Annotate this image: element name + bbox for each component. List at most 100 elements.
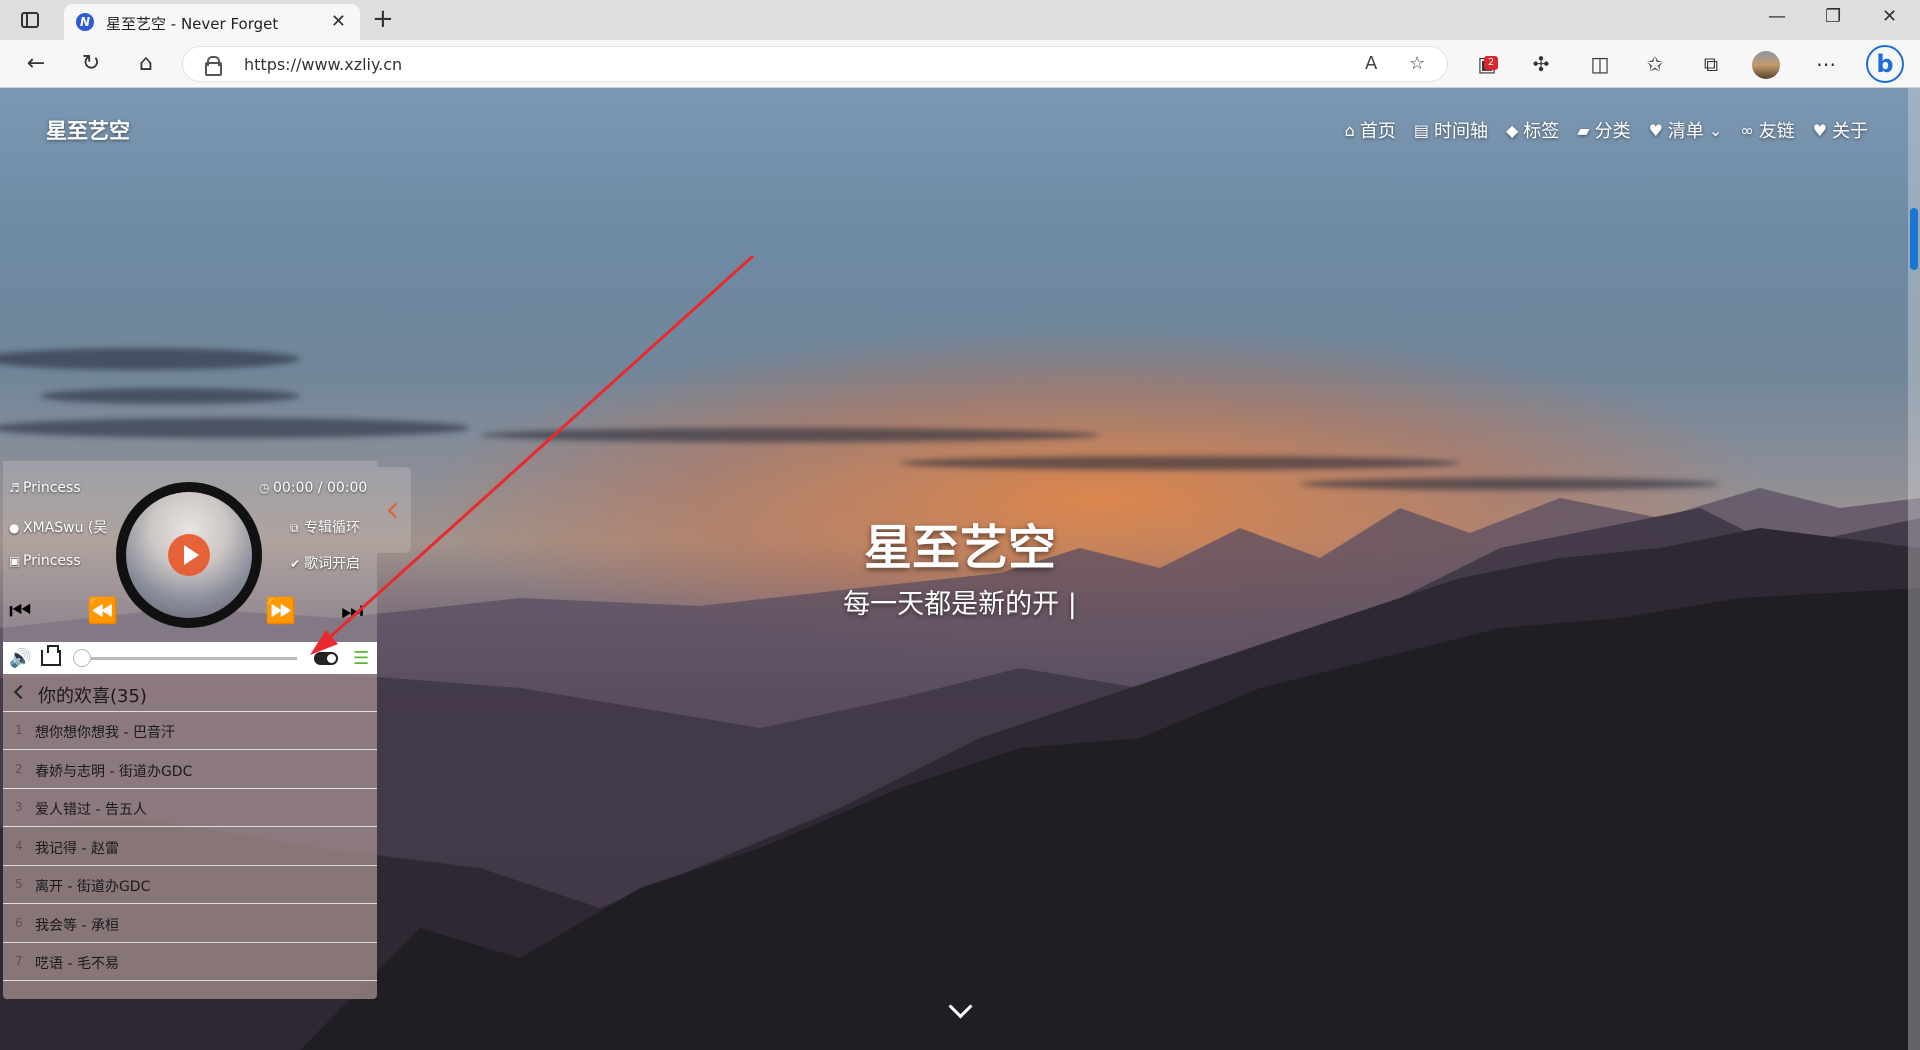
lyrics-row[interactable]: ✔ 歌词开启	[290, 553, 360, 573]
nav-item-list[interactable]: ♥ 清单 ⌄	[1649, 117, 1723, 143]
fast-forward-icon[interactable]: ⏩	[265, 597, 296, 625]
site-logo[interactable]: 星至艺空	[46, 115, 130, 145]
playlist-item[interactable]: 6 我会等 - 承桓	[3, 905, 377, 943]
progress-bar[interactable]	[75, 657, 297, 660]
check-circle-icon: ✔	[290, 557, 301, 571]
lock-icon[interactable]	[205, 56, 222, 76]
playlist-item[interactable]: 2 春娇与志明 - 街道办GDC	[3, 751, 377, 789]
playlist-item-number: 2	[15, 761, 23, 776]
album-row: ▣ Princess	[9, 553, 81, 569]
last-track-icon[interactable]: ⏭	[341, 597, 363, 625]
cloud-decoration	[40, 388, 300, 404]
repeat-mode-icon[interactable]	[41, 645, 61, 666]
home-icon[interactable]: ⌂	[132, 50, 160, 78]
player-collapse-tab[interactable]	[377, 467, 411, 553]
heart-icon: ♥	[1812, 120, 1827, 140]
music-note-icon: ♬	[9, 481, 20, 495]
user-icon: ●	[9, 521, 20, 535]
playlist-item[interactable]: 3 爱人错过 - 告五人	[3, 789, 377, 827]
more-options-icon[interactable]: ⋯	[1813, 52, 1839, 76]
play-time: 00:00 / 00:00	[273, 480, 368, 496]
close-tab-icon[interactable]: ✕	[331, 11, 346, 32]
album-name: Princess	[23, 553, 81, 569]
music-player: ♬ Princess ● XMASwu (吴 ▣ Princess ◷ 00:00 / …	[3, 461, 411, 999]
collections-icon[interactable]: ⧉	[1698, 52, 1724, 76]
playlist-title: 你的欢喜(35)	[38, 686, 147, 707]
new-tab-icon[interactable]: +	[372, 6, 394, 32]
refresh-icon[interactable]: ↻	[77, 50, 105, 78]
nav-label: 关于	[1832, 121, 1868, 142]
nav-item-about[interactable]: ♥ 关于	[1813, 117, 1868, 143]
playlist-item-number: 6	[15, 915, 23, 930]
player-control-bar: 🔊 ☰	[3, 642, 377, 674]
nav-item-timeline[interactable]: ▤ 时间轴	[1414, 117, 1488, 143]
lyrics-toggle[interactable]	[314, 652, 338, 665]
folder-icon: ▰	[1577, 120, 1590, 140]
minimize-icon[interactable]: —	[1768, 6, 1786, 27]
tab-bar: N 星至艺空 - Never Forget ✕ + — ❐ ✕	[0, 0, 1920, 40]
browser-window: N 星至艺空 - Never Forget ✕ + — ❐ ✕ ← ↻ ⌂ ht…	[0, 0, 1920, 88]
extension-badge: 2	[1484, 56, 1498, 70]
play-button[interactable]	[168, 534, 210, 576]
back-arrow-icon[interactable]	[13, 685, 25, 697]
read-aloud-icon[interactable]: A	[1365, 53, 1377, 74]
scroll-down-icon[interactable]	[946, 996, 974, 1024]
extensions-puzzle-icon[interactable]: ✣	[1528, 52, 1554, 76]
nav-label: 清单	[1667, 121, 1704, 142]
playlist-item-name: 想你想你想我 - 巴音汗	[35, 725, 175, 741]
playlist-panel: 你的欢喜(35) 1 想你想你想我 - 巴音汗 2 春娇与志明 - 街道办GDC 3 爱人…	[3, 674, 377, 999]
heart-list-icon: ♥	[1648, 120, 1663, 140]
loop-icon: ⧉	[290, 521, 299, 535]
playlist-item[interactable]: 1 想你想你想我 - 巴音汗	[3, 712, 377, 750]
nav-item-home[interactable]: ⌂ 首页	[1345, 117, 1396, 143]
clock-icon: ◷	[259, 481, 270, 495]
playlist-item-name: 我记得 - 赵雷	[35, 840, 119, 857]
playlist-icon[interactable]: ☰	[353, 648, 369, 669]
playlist-item[interactable]: 7 呓语 - 毛不易	[3, 943, 377, 981]
bing-copilot-icon[interactable]: b	[1866, 45, 1904, 83]
web-page: 星至艺空 ⌂ 首页 ▤ 时间轴 ◆ 标签 ▰ 分类 ♥ 清单 ⌄ ∞ 友链 ♥ 关于 星至艺空 …	[0, 88, 1920, 1050]
nav-item-tags[interactable]: ◆ 标签	[1506, 117, 1559, 143]
restore-icon[interactable]: ❐	[1825, 6, 1841, 27]
tab-active[interactable]: N 星至艺空 - Never Forget ✕	[64, 4, 360, 40]
album-disc[interactable]	[116, 482, 262, 628]
nav-label: 标签	[1523, 121, 1560, 142]
page-scrollbar-thumb[interactable]	[1910, 208, 1918, 270]
tab-actions-icon[interactable]	[18, 9, 42, 31]
cloud-decoration	[0, 418, 470, 438]
playlist-item-number: 1	[15, 723, 23, 737]
playlist-item[interactable]: 4 我记得 - 赵雷	[3, 828, 377, 866]
playlist-item-number: 4	[15, 838, 23, 853]
progress-knob[interactable]	[73, 649, 91, 667]
cloud-decoration	[480, 428, 1100, 442]
playlist-item-name: 离开 - 街道办GDC	[35, 879, 151, 895]
nav-item-links[interactable]: ∞ 友链	[1740, 117, 1794, 143]
player-info-panel: ♬ Princess ● XMASwu (吴 ▣ Princess ◷ 00:00 / …	[3, 461, 377, 642]
playlist-item-number: 5	[15, 877, 23, 891]
home-icon: ⌂	[1344, 120, 1355, 140]
song-title: Princess	[23, 480, 81, 496]
playlist-item[interactable]: 5 离开 - 街道办GDC	[3, 866, 377, 904]
url-text: https://www.xzliy.cn	[244, 55, 403, 74]
nav-item-categories[interactable]: ▰ 分类	[1577, 117, 1630, 143]
split-screen-icon[interactable]: ◫	[1587, 52, 1613, 76]
artist-name: XMASwu (吴	[23, 520, 108, 536]
play-mode-label: 专辑循环	[304, 520, 360, 536]
close-window-icon[interactable]: ✕	[1882, 6, 1897, 27]
playlist-item-number: 7	[15, 954, 23, 968]
rewind-icon[interactable]: ⏪	[87, 597, 118, 625]
first-track-icon[interactable]: ⏮	[9, 597, 31, 625]
volume-icon[interactable]: 🔊	[9, 648, 31, 669]
add-favorite-icon[interactable]: ☆	[1409, 53, 1425, 74]
back-icon[interactable]: ←	[22, 50, 50, 78]
playlist-item-name: 爱人错过 - 告五人	[35, 802, 147, 818]
album-icon: ▣	[9, 554, 21, 568]
favorites-icon[interactable]: ✩	[1642, 52, 1668, 76]
site-nav: ⌂ 首页 ▤ 时间轴 ◆ 标签 ▰ 分类 ♥ 清单 ⌄ ∞ 友链 ♥ 关于	[1345, 117, 1868, 143]
url-field[interactable]: https://www.xzliy.cn A ☆	[182, 46, 1448, 82]
playlist-item-name: 我会等 - 承桓	[35, 917, 119, 934]
play-mode-row[interactable]: ⧉ 专辑循环	[290, 517, 360, 537]
profile-avatar[interactable]	[1752, 51, 1780, 79]
nav-label: 时间轴	[1433, 121, 1488, 142]
playlist-item-number: 3	[15, 800, 23, 814]
